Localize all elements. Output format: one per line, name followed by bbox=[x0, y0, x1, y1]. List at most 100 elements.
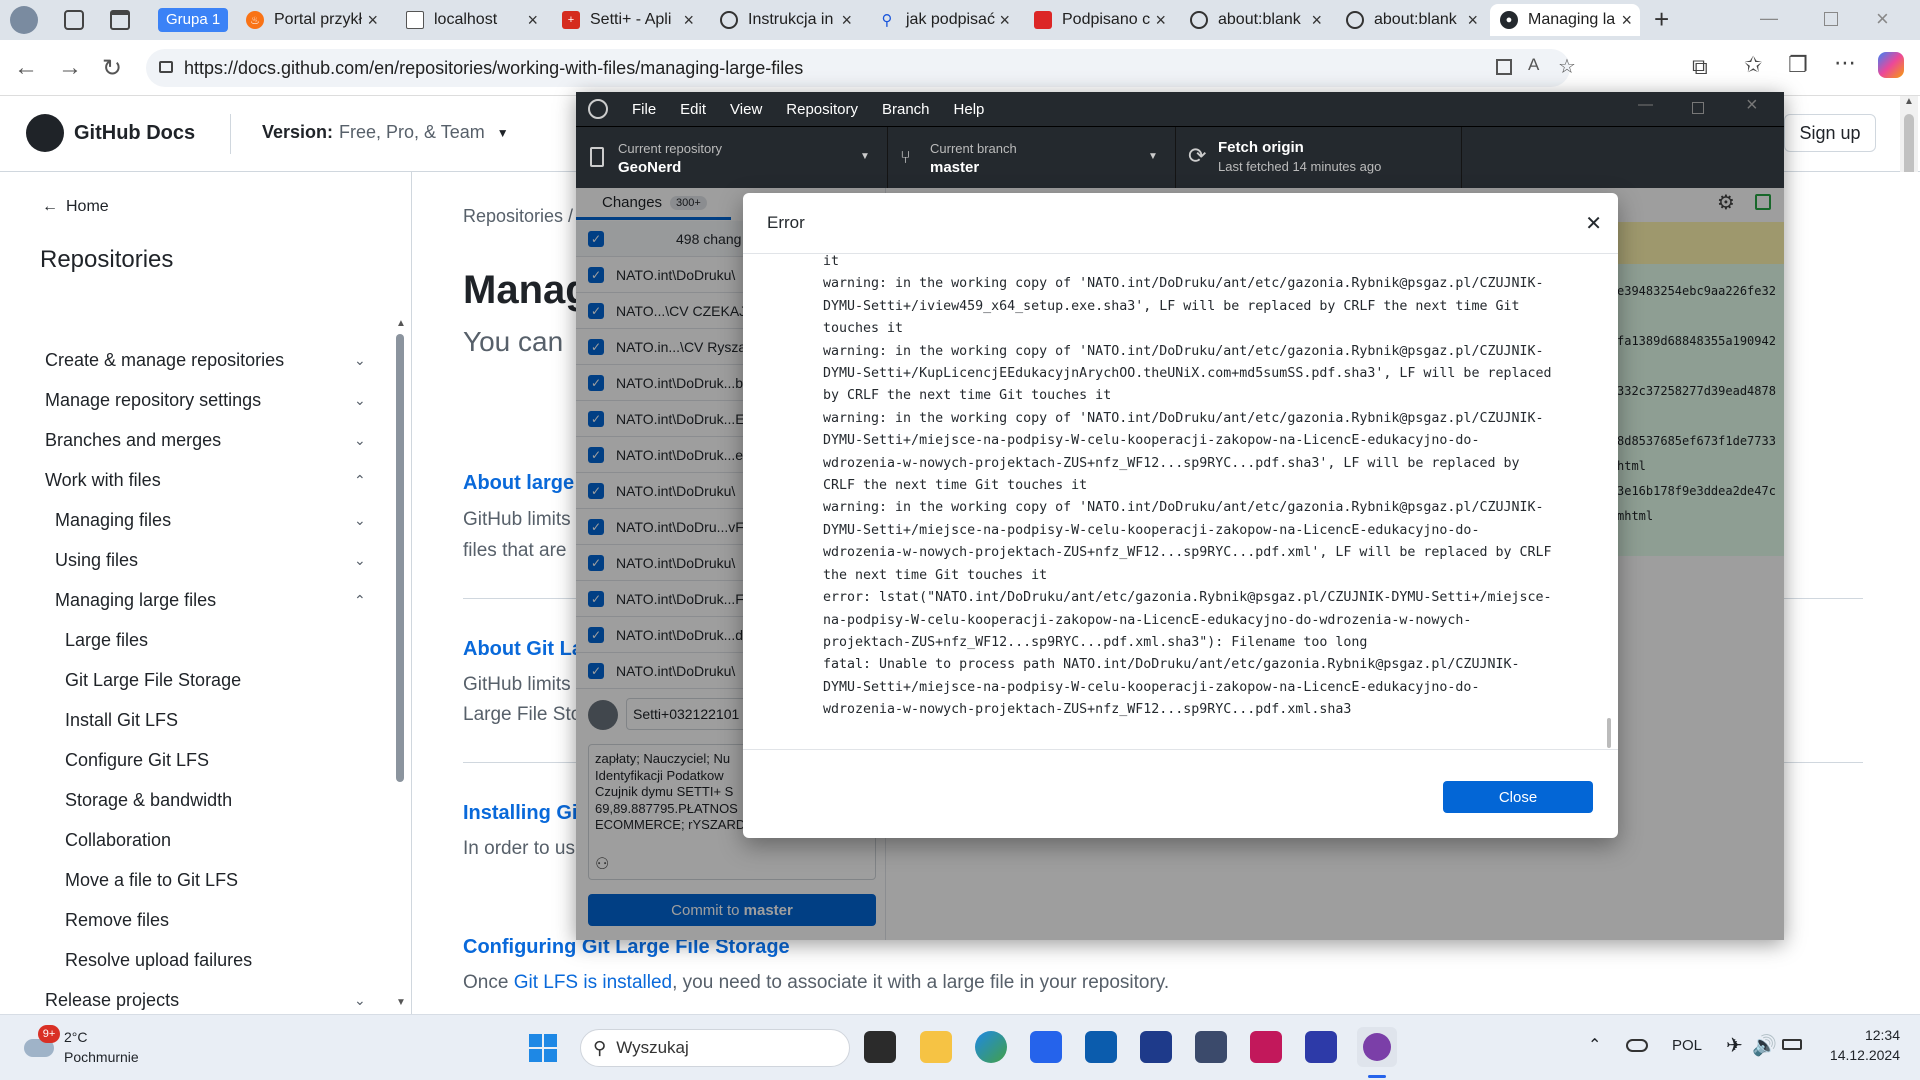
chevron-down-icon[interactable]: ⌄ bbox=[354, 992, 366, 1009]
close-tab-icon[interactable]: × bbox=[367, 10, 378, 31]
start-windows-icon[interactable] bbox=[529, 1034, 557, 1062]
menu-branch[interactable]: Branch bbox=[882, 101, 930, 118]
tab-portal[interactable]: ♨ Portal przykł × bbox=[236, 4, 386, 36]
weather-widget[interactable]: 9+ 2°C Pochmurnie bbox=[20, 1023, 160, 1073]
chevron-down-icon[interactable]: ⌄ bbox=[354, 352, 366, 369]
favorites-icon[interactable]: ✩ bbox=[1744, 52, 1762, 78]
menu-view[interactable]: View bbox=[730, 101, 762, 118]
sidebar-item-work-with-files[interactable]: Work with files bbox=[45, 470, 161, 491]
menu-help[interactable]: Help bbox=[954, 101, 985, 118]
forward-icon[interactable]: → bbox=[58, 54, 82, 82]
docs-logo-text[interactable]: GitHub Docs bbox=[74, 122, 195, 145]
app-minimize-icon[interactable]: — bbox=[1638, 96, 1653, 113]
menu-repository[interactable]: Repository bbox=[786, 101, 858, 118]
tab-actions-icon[interactable] bbox=[110, 10, 130, 30]
taskbar-search[interactable]: ⚲ Wyszukaj bbox=[580, 1029, 850, 1067]
section-heading[interactable]: About large bbox=[463, 472, 574, 495]
sidebar-scrollbar[interactable]: ▲ ▼ bbox=[394, 318, 406, 1008]
scroll-up-arrow-icon[interactable]: ▲ bbox=[1904, 96, 1914, 107]
more-menu-icon[interactable]: ⋯ bbox=[1834, 50, 1856, 76]
clock[interactable]: 12:34 14.12.2024 bbox=[1820, 1027, 1900, 1063]
chevron-down-icon[interactable]: ⌄ bbox=[354, 432, 366, 449]
close-tab-icon[interactable]: × bbox=[1621, 10, 1632, 31]
chevron-down-icon[interactable]: ⌄ bbox=[354, 552, 366, 569]
url-field[interactable]: https://docs.github.com/en/repositories/… bbox=[146, 49, 1576, 87]
close-tab-icon[interactable]: × bbox=[1155, 10, 1166, 31]
sidebar-item-large-files[interactable]: Large files bbox=[65, 630, 148, 651]
sidebar-item-move-file[interactable]: Move a file to Git LFS bbox=[65, 870, 238, 891]
battery-icon[interactable] bbox=[1782, 1039, 1802, 1050]
section-heading[interactable]: About Git La bbox=[463, 638, 583, 661]
screen-recorder-icon[interactable] bbox=[1250, 1031, 1282, 1063]
microsoft-store-icon[interactable] bbox=[1030, 1031, 1062, 1063]
section-heading[interactable]: Installing Git bbox=[463, 802, 584, 825]
sidebar-item-resolve-failures[interactable]: Resolve upload failures bbox=[65, 950, 252, 971]
tab-about-blank-2[interactable]: about:blank × bbox=[1336, 4, 1486, 36]
network-app-icon[interactable] bbox=[1140, 1031, 1172, 1063]
tab-group-label[interactable]: Grupa 1 bbox=[158, 8, 229, 32]
current-branch-selector[interactable]: ⑂ Current branch master ▼ bbox=[888, 127, 1176, 189]
sidebar-item-branches[interactable]: Branches and merges bbox=[45, 430, 221, 451]
tab-setti[interactable]: + Setti+ - Apli × bbox=[552, 4, 702, 36]
close-tab-icon[interactable]: × bbox=[683, 10, 694, 31]
volume-icon[interactable]: 🔊 bbox=[1752, 1033, 1777, 1058]
sidebar-item-using-files[interactable]: Using files bbox=[55, 550, 138, 571]
close-tab-icon[interactable]: × bbox=[1467, 10, 1478, 31]
sidebar-item-collaboration[interactable]: Collaboration bbox=[65, 830, 171, 851]
tab-instrukcja[interactable]: Instrukcja in × bbox=[710, 4, 860, 36]
chevron-up-icon[interactable]: ⌃ bbox=[354, 472, 366, 489]
sidebar-item-create-manage[interactable]: Create & manage repositories bbox=[45, 350, 284, 371]
file-explorer-icon[interactable] bbox=[920, 1031, 952, 1063]
close-icon[interactable]: ✕ bbox=[1585, 211, 1602, 236]
close-tab-icon[interactable]: × bbox=[527, 10, 538, 31]
chevron-down-icon[interactable]: ⌄ bbox=[354, 392, 366, 409]
maximize-window-icon[interactable] bbox=[1824, 12, 1838, 26]
favorite-star-icon[interactable]: ☆ bbox=[1558, 54, 1576, 79]
sidebar-item-configure-lfs[interactable]: Configure Git LFS bbox=[65, 750, 209, 771]
github-logo-icon[interactable] bbox=[26, 114, 64, 152]
sidebar-item-git-lfs[interactable]: Git Large File Storage bbox=[65, 670, 241, 691]
minimize-window-icon[interactable]: — bbox=[1760, 8, 1778, 29]
chevron-up-icon[interactable]: ⌃ bbox=[1588, 1035, 1601, 1055]
github-desktop-icon[interactable] bbox=[1357, 1027, 1397, 1067]
tab-podpisano[interactable]: Podpisano c × bbox=[1024, 4, 1174, 36]
sidebar-item-manage-settings[interactable]: Manage repository settings bbox=[45, 390, 261, 411]
sidebar-item-release-projects[interactable]: Release projects bbox=[45, 990, 179, 1011]
new-tab-icon[interactable]: + bbox=[1654, 4, 1669, 35]
sidebar-item-managing-large-files[interactable]: Managing large files bbox=[55, 590, 216, 611]
app-maximize-icon[interactable] bbox=[1692, 102, 1704, 114]
menu-file[interactable]: File bbox=[632, 101, 656, 118]
profile-avatar[interactable] bbox=[10, 6, 38, 34]
tab-managing-large-files[interactable]: ● Managing la × bbox=[1490, 4, 1640, 36]
scroll-down-arrow-icon[interactable]: ▼ bbox=[396, 997, 406, 1008]
sign-up-button[interactable]: Sign up bbox=[1784, 114, 1876, 152]
breadcrumb[interactable]: Repositories / bbox=[463, 206, 573, 227]
app-available-icon[interactable] bbox=[1496, 59, 1512, 75]
current-repository-selector[interactable]: Current repository GeoNerd ▼ bbox=[576, 127, 888, 189]
outlook-icon[interactable] bbox=[1085, 1031, 1117, 1063]
close-tab-icon[interactable]: × bbox=[999, 10, 1010, 31]
close-button[interactable]: Close bbox=[1443, 781, 1593, 813]
language-indicator[interactable]: POL bbox=[1672, 1037, 1702, 1054]
sidebar-item-install-lfs[interactable]: Install Git LFS bbox=[65, 710, 178, 731]
virtualbox-icon[interactable] bbox=[1195, 1031, 1227, 1063]
save-disk-icon[interactable] bbox=[1305, 1031, 1337, 1063]
extensions-icon[interactable]: ⧉ bbox=[1692, 54, 1708, 80]
edge-icon[interactable] bbox=[975, 1031, 1007, 1063]
tab-about-blank-1[interactable]: about:blank × bbox=[1180, 4, 1330, 36]
version-picker[interactable]: Version: Free, Pro, & Team ▼ bbox=[262, 122, 509, 143]
copilot-icon[interactable] bbox=[1878, 52, 1904, 78]
sidebar-item-remove-files[interactable]: Remove files bbox=[65, 910, 169, 931]
chevron-up-icon[interactable]: ⌃ bbox=[354, 592, 366, 609]
network-icon[interactable]: ✈ bbox=[1726, 1033, 1743, 1058]
fetch-origin-button[interactable]: ⟳ Fetch origin Last fetched 14 minutes a… bbox=[1176, 127, 1462, 189]
reload-icon[interactable]: ↻ bbox=[102, 54, 122, 83]
onedrive-cloud-icon[interactable] bbox=[1626, 1039, 1648, 1052]
read-aloud-icon[interactable]: A bbox=[1528, 55, 1539, 75]
scroll-up-arrow-icon[interactable]: ▲ bbox=[396, 318, 406, 329]
lock-icon[interactable] bbox=[159, 61, 173, 73]
close-tab-icon[interactable]: × bbox=[841, 10, 852, 31]
home-link[interactable]: ← Home bbox=[42, 198, 109, 216]
sidebar-item-storage-bandwidth[interactable]: Storage & bandwidth bbox=[65, 790, 232, 811]
git-lfs-installed-link[interactable]: Git LFS is installed bbox=[514, 972, 672, 993]
